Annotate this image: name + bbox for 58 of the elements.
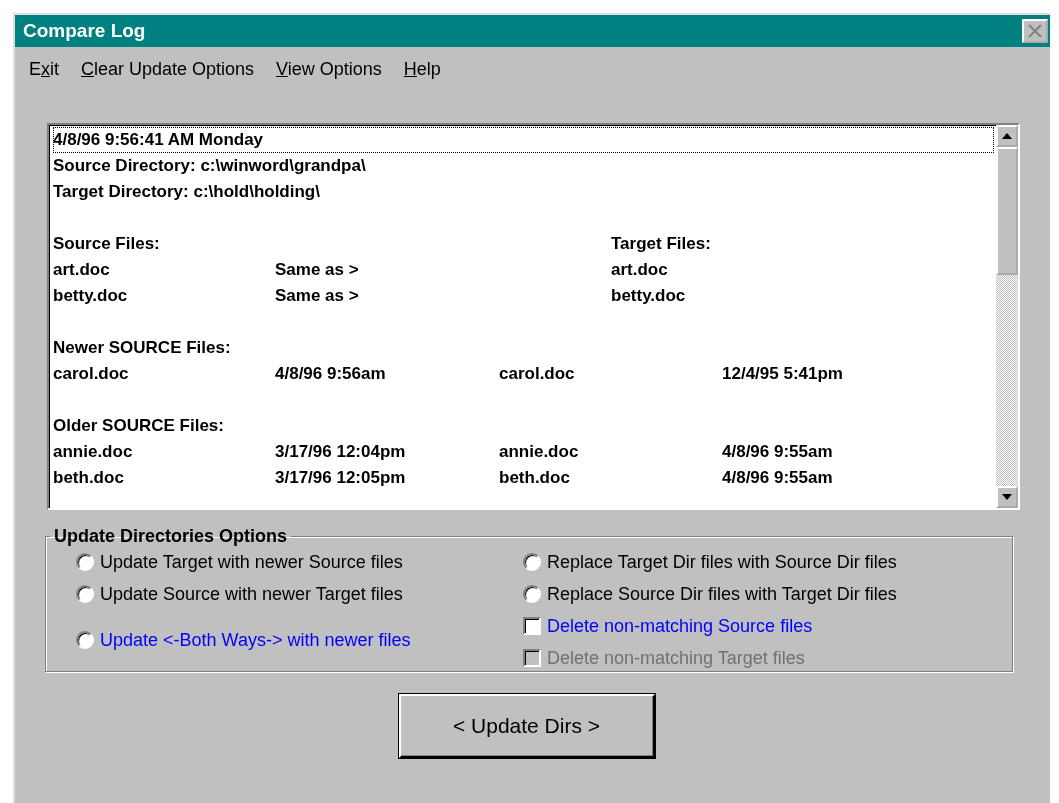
close-button[interactable] [1022, 19, 1048, 43]
log-text: Source Files: [53, 234, 161, 254]
log-text: Target Files: [611, 234, 712, 254]
file-name: carol.doc [499, 364, 576, 384]
menu-item[interactable]: Help [403, 57, 441, 81]
menu-item[interactable]: Exit [29, 57, 59, 81]
log-text: 4/8/96 9:56:41 AM Monday [53, 130, 265, 150]
file-date: 12/4/95 5:41pm [722, 364, 844, 384]
down-arrow-icon [1002, 494, 1012, 500]
menu-item[interactable]: Clear Update Options [81, 57, 255, 81]
file-name: art.doc [611, 260, 669, 280]
file-name: beth.doc [53, 468, 125, 488]
log-line[interactable]: Source Directory: c:\winword\grandpa\ [53, 153, 994, 179]
scrollbar[interactable] [996, 125, 1018, 508]
radio-button[interactable] [523, 553, 541, 571]
file-date: 4/8/96 9:55am [722, 442, 834, 462]
file-name: beth.doc [499, 468, 571, 488]
radio-button[interactable] [76, 585, 94, 603]
log-line[interactable]: Target Directory: c:\hold\holding\ [53, 179, 994, 205]
file-date: 4/8/96 9:56am [275, 364, 387, 384]
option-label: Update Target with newer Source files [100, 551, 403, 573]
radio-button[interactable] [76, 631, 94, 649]
window-title: Compare Log [23, 20, 146, 42]
file-date: 3/17/96 12:05pm [275, 468, 407, 488]
log-text: Source Directory: c:\winword\grandpa\ [53, 156, 367, 176]
scroll-up-button[interactable] [996, 125, 1018, 147]
log-line[interactable]: Older SOURCE Files: [53, 413, 994, 439]
file-name: betty.doc [53, 286, 129, 306]
radio-button[interactable] [523, 585, 541, 603]
radio-button[interactable] [76, 553, 94, 571]
log-text: Newer SOURCE Files: [53, 338, 232, 358]
log-text: Older SOURCE Files: [53, 416, 225, 436]
file-name: annie.doc [53, 442, 134, 462]
option-label: Replace Source Dir files with Target Dir files [547, 583, 897, 605]
log-line[interactable]: Newer SOURCE Files: [53, 335, 994, 361]
option-label: Delete non-matching Source files [547, 615, 813, 637]
file-date: 4/8/96 9:55am [722, 468, 834, 488]
option-label: Update <-Both Ways-> with newer files [100, 629, 411, 651]
file-name: art.doc [53, 260, 111, 280]
scroll-down-button[interactable] [996, 486, 1018, 508]
close-icon [1027, 24, 1043, 38]
update-dirs-button[interactable]: < Update Dirs > [398, 694, 655, 758]
log-text: Target Directory: c:\hold\holding\ [53, 182, 321, 202]
checkbox[interactable] [523, 617, 541, 635]
option-label: Delete non-matching Target files [547, 647, 805, 669]
scroll-thumb[interactable] [996, 147, 1018, 275]
file-date: 3/17/96 12:04pm [275, 442, 407, 462]
log-line[interactable]: 4/8/96 9:56:41 AM Monday [53, 127, 994, 153]
option-label: Replace Target Dir files with Source Dir files [547, 551, 897, 573]
up-arrow-icon [1002, 133, 1012, 139]
file-name: carol.doc [53, 364, 130, 384]
file-name: betty.doc [611, 286, 687, 306]
file-name: annie.doc [499, 442, 580, 462]
option-label: Update Source with newer Target files [100, 583, 403, 605]
group-title: Update Directories Options [53, 526, 289, 547]
menu-item[interactable]: View Options [276, 57, 382, 81]
relation-text: Same as > [275, 286, 360, 306]
relation-text: Same as > [275, 260, 360, 280]
